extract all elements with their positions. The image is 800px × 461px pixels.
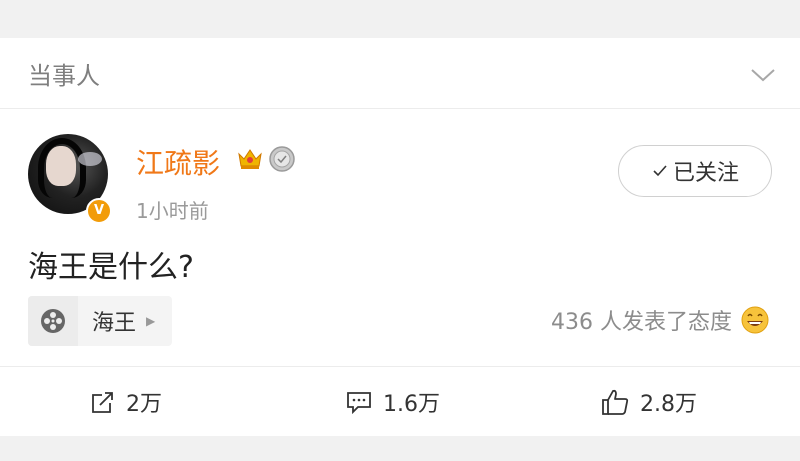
verified-badge: V <box>86 198 112 224</box>
chevron-down-icon[interactable] <box>748 60 778 90</box>
follow-label: 已关注 <box>672 161 739 186</box>
action-bar: 2万 1.6万 2.8万 <box>0 366 800 437</box>
like-count: 2.8万 <box>640 392 697 417</box>
section-title: 当事人 <box>28 62 100 90</box>
crown-icon[interactable] <box>236 144 264 172</box>
repost-button[interactable]: 2万 <box>90 367 162 437</box>
follow-button[interactable]: 已关注 <box>618 145 772 197</box>
comment-count: 1.6万 <box>383 392 440 417</box>
comment-button[interactable]: 1.6万 <box>345 367 440 437</box>
attitude-text: 436 人发表了态度 <box>551 310 732 335</box>
attitude-summary[interactable]: 436 人发表了态度 <box>551 304 770 336</box>
film-reel-icon <box>28 296 78 346</box>
post-text: 海王是什么? <box>28 250 194 285</box>
comment-icon <box>347 392 371 415</box>
like-button[interactable]: 2.8万 <box>600 367 697 437</box>
laughing-emoji-icon <box>741 306 769 334</box>
section-header[interactable]: 当事人 <box>0 38 800 109</box>
triangle-right-icon: ▶ <box>146 314 156 328</box>
check-icon <box>653 165 667 177</box>
share-icon <box>92 392 113 413</box>
post-time: 1小时前 <box>136 199 209 223</box>
topic-label: 海王 <box>92 311 137 336</box>
weibo-card: 当事人 V 江疏影 1小时前 已关注 海王是什么? 海王 ▶ 436 人发表了态… <box>0 38 800 436</box>
repost-count: 2万 <box>126 392 162 417</box>
thumbs-up-icon <box>602 389 629 415</box>
author-name[interactable]: 江疏影 <box>136 142 220 182</box>
topic-chip[interactable]: 海王 ▶ <box>28 296 172 346</box>
medal-icon[interactable] <box>268 145 296 173</box>
